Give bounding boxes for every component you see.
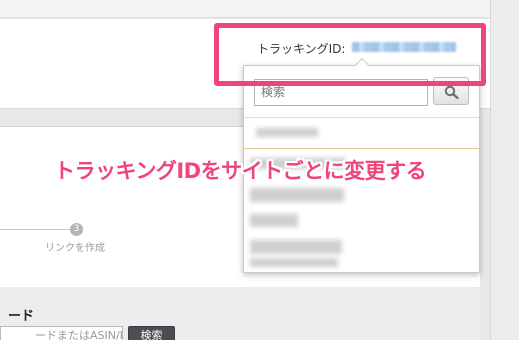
tracking-id-option-redacted[interactable]: [250, 214, 298, 227]
stepper-line: [0, 229, 70, 230]
tracking-id-option-redacted[interactable]: [250, 240, 342, 254]
tracking-id-option-redacted[interactable]: [250, 188, 344, 202]
dropdown-divider: [244, 117, 479, 118]
annotation-caption: トラッキングIDをサイトごとに変更する: [54, 159, 427, 183]
product-search-input[interactable]: ードまたはASIN/ISB: [0, 326, 123, 340]
dropdown-divider: [244, 148, 479, 149]
top-strip: [0, 0, 519, 18]
section-title: ード: [8, 309, 35, 324]
tracking-id-option-redacted[interactable]: [256, 128, 318, 137]
magnifier-icon: [444, 85, 459, 99]
step-number-badge: 3: [70, 223, 83, 236]
product-search-button[interactable]: 検索: [128, 326, 175, 340]
highlight-box: [214, 23, 486, 86]
right-gutter: [490, 0, 519, 340]
step-label: リンクを作成: [45, 243, 105, 254]
tracking-id-option-redacted[interactable]: [250, 258, 338, 267]
